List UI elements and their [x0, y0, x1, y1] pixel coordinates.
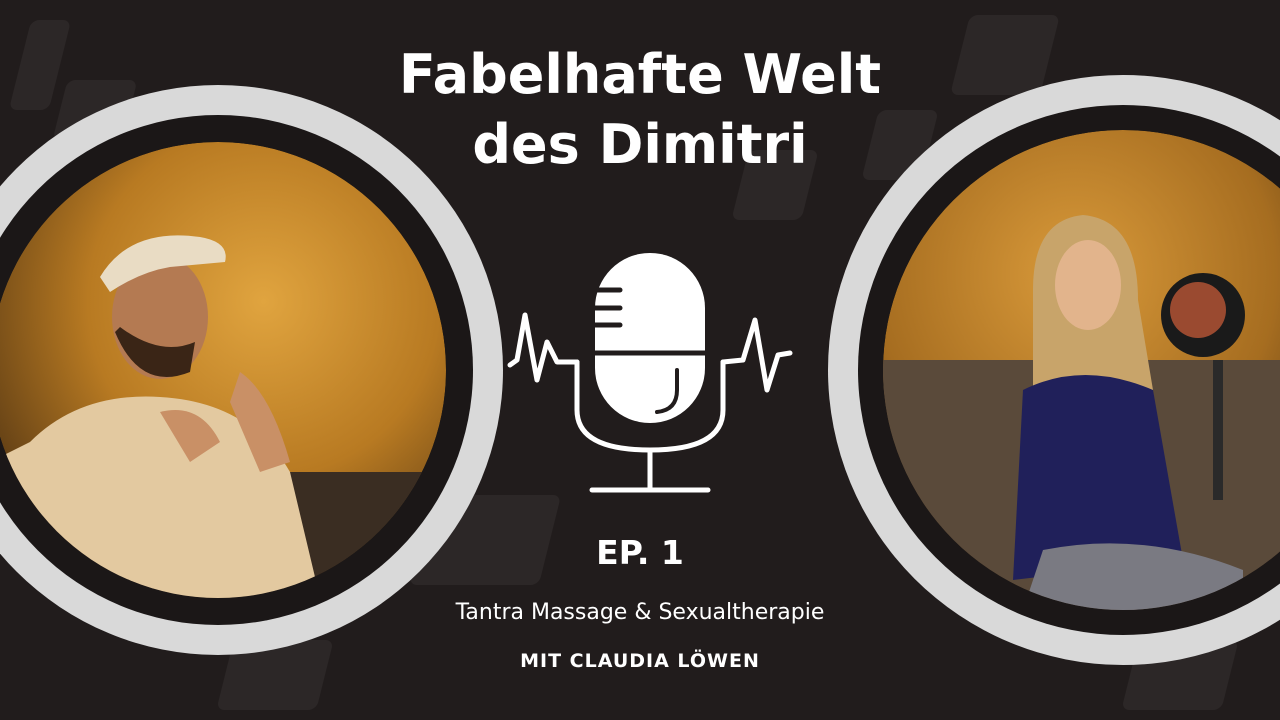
podcast-microphone-icon	[507, 253, 793, 493]
episode-topic: Tantra Massage & Sexualtherapie	[455, 600, 825, 625]
guest-name: MIT CLAUDIA LÖWEN	[520, 650, 760, 672]
title-line-1: Fabelhafte Welt	[398, 43, 882, 106]
title-line-2: des Dimitri	[472, 113, 808, 176]
podcast-title: Fabelhafte Welt des Dimitri	[0, 40, 1280, 180]
host-photo	[0, 142, 446, 598]
episode-number: EP. 1	[596, 533, 684, 572]
